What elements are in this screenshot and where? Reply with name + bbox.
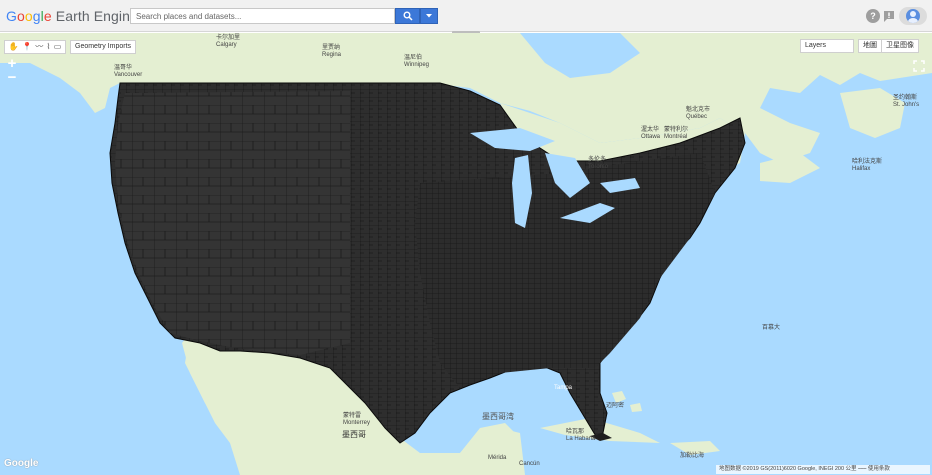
map-label-calgary: 卡尔加里 Calgary: [216, 35, 240, 49]
map-label-havana: 哈瓦那 La Habana: [566, 429, 595, 443]
label-text: 蒙特利尔: [664, 127, 689, 133]
label-text: 圣约翰斯: [893, 95, 918, 101]
label-text: Ottawa: [641, 134, 661, 140]
map-label-winnipeg: 温尼伯 Winnipeg: [404, 55, 429, 69]
label-text: 里贾纳: [322, 45, 341, 51]
logo-letter: o: [24, 8, 33, 24]
label-text: Montréal: [664, 134, 688, 140]
label-text: Calgary: [216, 42, 237, 48]
label-text: St. John's: [893, 102, 920, 108]
logo-letter: o: [17, 8, 25, 24]
logo-letter: g: [32, 8, 41, 24]
top-bar: Google Earth Engine Search places and da…: [0, 0, 932, 32]
layers-button[interactable]: Layers: [800, 39, 854, 53]
label-text: Winnipeg: [404, 62, 430, 68]
line-icon[interactable]: 〰: [35, 41, 43, 53]
logo-letter: e: [43, 8, 52, 24]
label-text: 蒙特雷: [343, 413, 362, 419]
map-label-toronto: 多伦多 Toronto: [588, 157, 608, 171]
map-label-vancouver: 温哥华 Vancouver: [114, 65, 142, 79]
map-label-quebec: 魁北克市 Québec: [686, 107, 710, 121]
rectangle-icon[interactable]: ▭: [54, 41, 62, 53]
drawing-tools-toolbar: ✋ 📍 〰 ⌇ ▭: [4, 40, 66, 54]
label-text: 温尼伯: [404, 55, 423, 61]
label-text: 哈利法克斯: [852, 159, 883, 165]
us-counties-west: [115, 91, 350, 355]
label-text: Regina: [322, 52, 342, 58]
map-label-mexico: 墨西哥: [342, 430, 366, 439]
map-label-miami: 迈阿密: [606, 403, 625, 409]
search-input[interactable]: Search places and datasets...: [130, 8, 395, 24]
pan-hand-icon[interactable]: ✋: [9, 41, 19, 53]
map-type-satellite-button[interactable]: 卫星图像: [881, 40, 918, 52]
feedback-icon[interactable]: [882, 9, 896, 23]
search-options-button[interactable]: [420, 8, 438, 24]
map-label-monterrey: 蒙特雷 Monterrey: [343, 413, 370, 427]
help-icon[interactable]: ?: [866, 9, 880, 23]
search-button[interactable]: [395, 8, 420, 24]
label-text: Halifax: [852, 166, 871, 172]
label-text: Toronto: [588, 164, 609, 170]
map-label-halifax: 哈利法克斯 Halifax: [852, 159, 882, 173]
map-label-ottawa: 渥太华 Ottawa: [641, 127, 660, 141]
account-icon: [906, 9, 920, 23]
map-label-regina: 里贾纳 Regina: [322, 45, 341, 59]
label-text: 魁北克市: [686, 107, 711, 113]
label-text: 温哥华: [114, 65, 133, 71]
map-type-map-button[interactable]: 地圖: [859, 40, 881, 52]
map-label-gulf: 墨西哥湾: [482, 412, 514, 421]
map-attribution[interactable]: 地图数据 ©2019 GS(2011)6020 Google, INEGI 20…: [716, 465, 930, 474]
map-svg: [0, 33, 932, 475]
geometry-imports-button[interactable]: Geometry Imports: [70, 40, 137, 54]
label-text: Vancouver: [114, 72, 143, 78]
map-label-caribbean: 加勒比海: [680, 453, 705, 459]
logo-letter: G: [6, 8, 17, 24]
map-label-bermuda: 百慕大: [762, 325, 781, 331]
map-label-tampa: Tampa: [554, 385, 573, 391]
label-text: 哈瓦那: [566, 429, 585, 435]
map-label-stjohns: 圣约翰斯 St. John's: [893, 95, 919, 109]
logo-product-name: Earth Engine: [51, 8, 138, 24]
map-label-cancun: Cancún: [519, 461, 540, 467]
label-text: 多伦多: [588, 157, 607, 163]
label-text: Monterrey: [343, 420, 371, 426]
account-button[interactable]: [899, 7, 927, 25]
google-earth-engine-logo[interactable]: Google Earth Engine: [6, 8, 138, 24]
marker-icon[interactable]: 📍: [22, 41, 32, 53]
label-text: Québec: [686, 114, 708, 120]
google-watermark: Google: [4, 458, 39, 469]
earth-engine-app: Google Earth Engine Search places and da…: [0, 0, 932, 475]
label-text: 卡尔加里: [216, 35, 241, 41]
label-text: La Habana: [566, 436, 596, 442]
map-label-merida: Mérida: [488, 455, 507, 461]
polygon-icon[interactable]: ⌇: [47, 41, 51, 53]
map-canvas[interactable]: 卡尔加里 Calgary 里贾纳 Regina 温尼伯 Winnipeg 温哥华 Van…: [0, 33, 932, 475]
zoom-out-button[interactable]: −: [4, 70, 20, 85]
search-icon: [403, 11, 413, 21]
label-text: 渥太华: [641, 127, 660, 133]
map-label-montreal: 蒙特利尔 Montréal: [664, 127, 688, 141]
chevron-down-icon: [426, 14, 432, 18]
map-type-toggle: 地圖 卫星图像: [858, 39, 919, 53]
fullscreen-icon[interactable]: [913, 60, 925, 72]
